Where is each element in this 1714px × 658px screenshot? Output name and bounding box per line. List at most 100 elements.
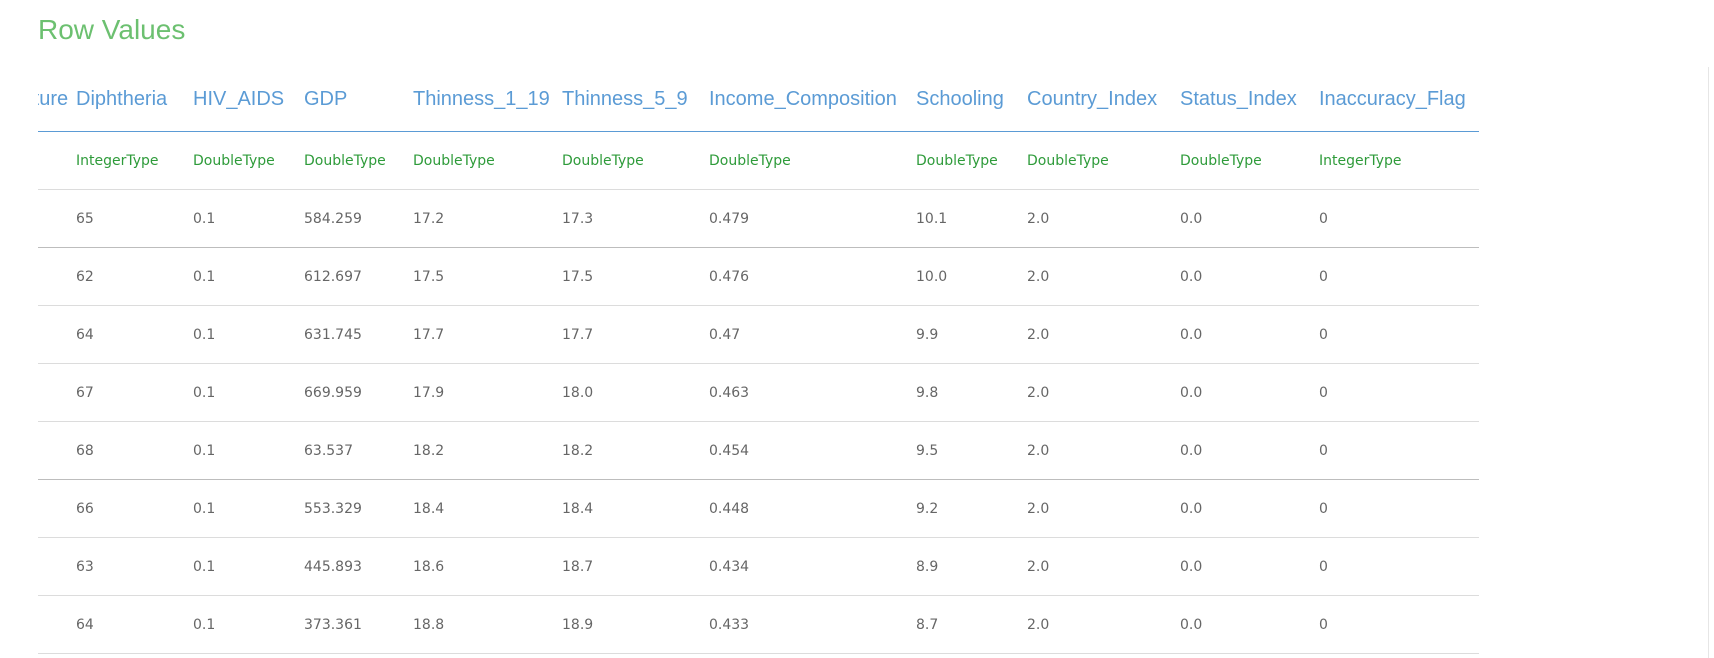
table-cell: 0.454: [709, 421, 916, 480]
column-header-country-index[interactable]: Country_Index: [1027, 67, 1180, 132]
table-cell: 0.434: [709, 537, 916, 596]
column-header-thinness-1-19[interactable]: Thinness_1_19: [413, 67, 562, 132]
column-header-gdp[interactable]: GDP: [304, 67, 413, 132]
table-cell: [38, 421, 76, 480]
column-type-thinness-1-19: DoubleType: [413, 131, 562, 190]
row-values-table: Total_ExpenditureDiphtheriaHIV_AIDSGDPTh…: [38, 67, 1479, 654]
table-row: 68 0.1 63.537 18.2 18.2 0.454 9.5 2.0 0.0 0: [38, 421, 1479, 480]
table-row: 64 0.1 631.745 17.7 17.7 0.47 9.9 2.0 0.0 0: [38, 305, 1479, 364]
column-type-inaccuracy-flag: IntegerType: [1319, 131, 1479, 190]
table-cell: 17.2: [413, 189, 562, 248]
table-cell: 0.0: [1180, 247, 1319, 306]
table-cell: 0: [1319, 595, 1479, 654]
table-cell: 2.0: [1027, 363, 1180, 422]
table-cell: 0.0: [1180, 305, 1319, 364]
row-values-table-scroll: Total_ExpenditureDiphtheriaHIV_AIDSGDPTh…: [38, 67, 1479, 654]
table-cell: 0: [1319, 421, 1479, 480]
table-row: 62 0.1 612.697 17.5 17.5 0.476 10.0 2.0 0.0 0: [38, 247, 1479, 306]
table-cell: 0: [1319, 479, 1479, 538]
table-cell: 0.1: [193, 479, 304, 538]
table-cell: 2.0: [1027, 189, 1180, 248]
table-cell: 9.2: [916, 479, 1027, 538]
column-header-schooling[interactable]: Schooling: [916, 67, 1027, 132]
table-row: 65 0.1 584.259 17.2 17.3 0.479 10.1 2.0 0.0 0: [38, 189, 1479, 248]
table-cell: 18.4: [562, 479, 709, 538]
table-cell: 0.0: [1180, 537, 1319, 596]
column-header-hiv-aids[interactable]: HIV_AIDS: [193, 67, 304, 132]
table-cell: 17.5: [562, 247, 709, 306]
table-cell: 10.0: [916, 247, 1027, 306]
table-cell: 64: [76, 305, 193, 364]
column-type-hiv-aids: DoubleType: [193, 131, 304, 190]
table-row: 67 0.1 669.959 17.9 18.0 0.463 9.8 2.0 0.0 0: [38, 363, 1479, 422]
table-cell: 62: [76, 247, 193, 306]
table-cell: [38, 363, 76, 422]
table-cell: [38, 305, 76, 364]
table-cell: 64: [76, 595, 193, 654]
table-body: 65 0.1 584.259 17.2 17.3 0.479 10.1 2.0 0.0 0 62 0.…: [38, 189, 1479, 654]
table-cell: 18.2: [413, 421, 562, 480]
column-type-income-composition: DoubleType: [709, 131, 916, 190]
table-cell: 2.0: [1027, 305, 1180, 364]
table-cell: 553.329: [304, 479, 413, 538]
table-cell: 66: [76, 479, 193, 538]
column-header-thinness-5-9[interactable]: Thinness_5_9: [562, 67, 709, 132]
table-cell: 17.9: [413, 363, 562, 422]
column-type-country-index: DoubleType: [1027, 131, 1180, 190]
column-type-diphtheria: IntegerType: [76, 131, 193, 190]
table-cell: [38, 247, 76, 306]
table-cell: 0.1: [193, 421, 304, 480]
table-cell: 0.1: [193, 595, 304, 654]
column-header-total-expenditure[interactable]: Total_Expenditure: [38, 67, 76, 132]
table-cell: 18.4: [413, 479, 562, 538]
table-cell: 2.0: [1027, 421, 1180, 480]
table-cell: 17.7: [413, 305, 562, 364]
table-cell: 18.6: [413, 537, 562, 596]
table-cell: 18.9: [562, 595, 709, 654]
table-cell: 373.361: [304, 595, 413, 654]
table-cell: 63: [76, 537, 193, 596]
table-cell: 18.8: [413, 595, 562, 654]
table-row: 66 0.1 553.329 18.4 18.4 0.448 9.2 2.0 0.0 0: [38, 479, 1479, 538]
table-cell: 0.0: [1180, 595, 1319, 654]
table-cell: 0.463: [709, 363, 916, 422]
table-cell: 0: [1319, 305, 1479, 364]
column-header-diphtheria[interactable]: Diphtheria: [76, 67, 193, 132]
column-header-status-index[interactable]: Status_Index: [1180, 67, 1319, 132]
table-cell: 0.433: [709, 595, 916, 654]
column-header-inaccuracy-flag[interactable]: Inaccuracy_Flag: [1319, 67, 1479, 132]
table-row: 64 0.1 373.361 18.8 18.9 0.433 8.7 2.0 0.0 0: [38, 595, 1479, 654]
table-cell: 0: [1319, 363, 1479, 422]
table-cell: 2.0: [1027, 247, 1180, 306]
table-cell: 669.959: [304, 363, 413, 422]
table-cell: 68: [76, 421, 193, 480]
column-type-row: DoubleTypeIntegerTypeDoubleTypeDoubleTyp…: [38, 131, 1479, 190]
table-cell: 612.697: [304, 247, 413, 306]
table-cell: 2.0: [1027, 537, 1180, 596]
table-cell: [38, 479, 76, 538]
table-cell: 65: [76, 189, 193, 248]
table-cell: 17.5: [413, 247, 562, 306]
table-cell: 0: [1319, 247, 1479, 306]
table-cell: 0.1: [193, 305, 304, 364]
table-cell: 9.5: [916, 421, 1027, 480]
table-cell: 63.537: [304, 421, 413, 480]
table-cell: 0.0: [1180, 421, 1319, 480]
row-values-table-viewport[interactable]: Total_ExpenditureDiphtheriaHIV_AIDSGDPTh…: [38, 67, 1709, 658]
table-cell: 17.3: [562, 189, 709, 248]
column-header-row: Total_ExpenditureDiphtheriaHIV_AIDSGDPTh…: [38, 67, 1479, 132]
column-type-status-index: DoubleType: [1180, 131, 1319, 190]
table-cell: 8.7: [916, 595, 1027, 654]
section-title: Row Values: [38, 14, 186, 45]
table-cell: 0.47: [709, 305, 916, 364]
table-cell: 584.259: [304, 189, 413, 248]
table-cell: 631.745: [304, 305, 413, 364]
table-cell: 0.1: [193, 363, 304, 422]
table-cell: 17.7: [562, 305, 709, 364]
table-cell: 9.8: [916, 363, 1027, 422]
table-cell: 0.476: [709, 247, 916, 306]
table-cell: 18.2: [562, 421, 709, 480]
column-header-income-composition[interactable]: Income_Composition: [709, 67, 916, 132]
table-cell: 0.479: [709, 189, 916, 248]
table-cell: 0.1: [193, 537, 304, 596]
